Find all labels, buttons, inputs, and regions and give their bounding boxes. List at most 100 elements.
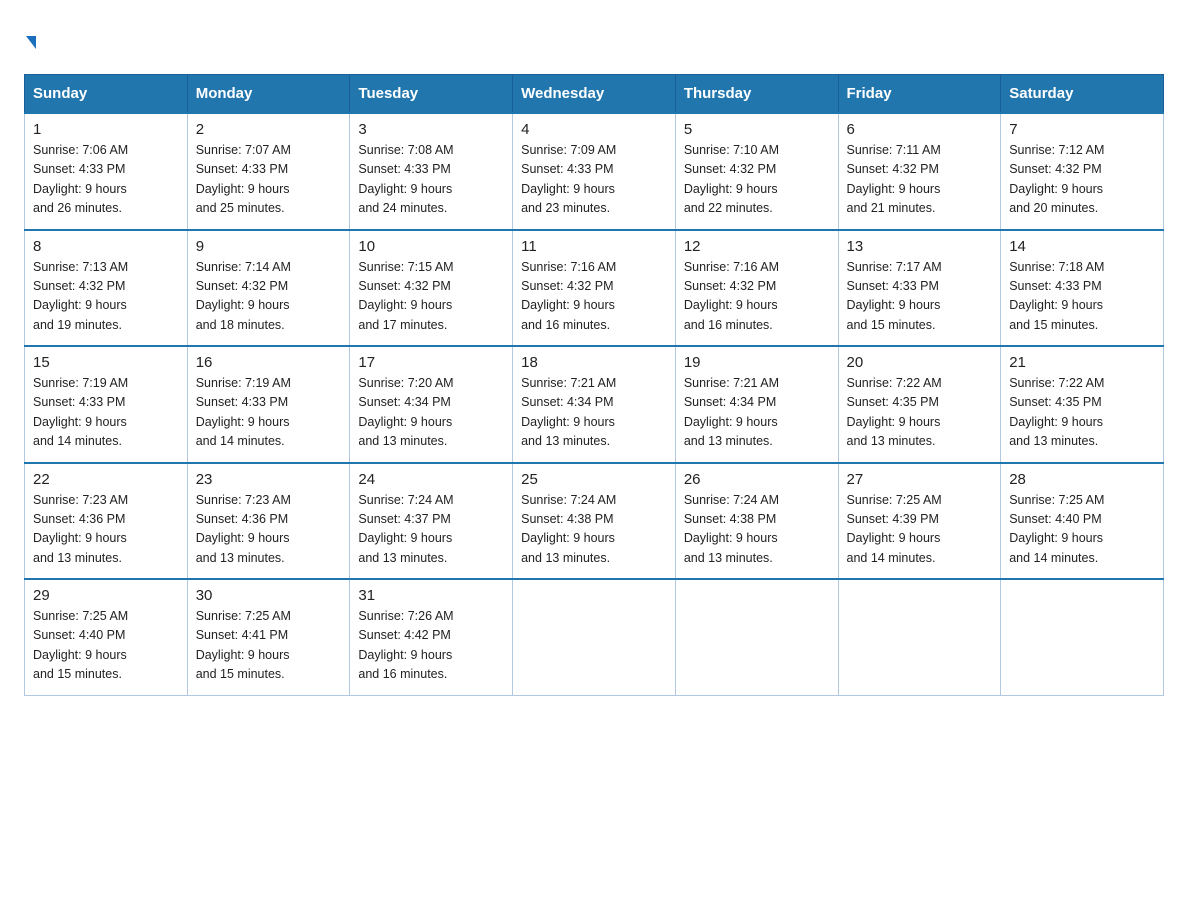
day-number: 13 [847, 238, 993, 255]
week-row-4: 22 Sunrise: 7:23 AMSunset: 4:36 PMDayligh… [25, 463, 1164, 580]
calendar-cell: 17 Sunrise: 7:20 AMSunset: 4:34 PMDayligh… [350, 346, 513, 463]
calendar-cell: 25Sunrise: 7:24 AMSunset: 4:38 PMDayligh… [513, 463, 676, 580]
day-info: Sunrise: 7:14 AMSunset: 4:32 PMDaylight:… [196, 258, 342, 336]
day-info: Sunrise: 7:18 AMSunset: 4:33 PMDaylight:… [1009, 258, 1155, 336]
col-header-sunday: Sunday [25, 75, 188, 114]
day-number: 17 [358, 354, 504, 371]
calendar-cell: 31 Sunrise: 7:26 AMSunset: 4:42 PMDayligh… [350, 579, 513, 695]
day-info: Sunrise: 7:25 AMSunset: 4:39 PMDaylight:… [847, 491, 993, 569]
calendar-cell: 1 Sunrise: 7:06 AMSunset: 4:33 PMDaylight… [25, 113, 188, 230]
day-number: 14 [1009, 238, 1155, 255]
day-info: Sunrise: 7:17 AMSunset: 4:33 PMDaylight:… [847, 258, 993, 336]
day-number: 31 [358, 587, 504, 604]
col-header-monday: Monday [187, 75, 350, 114]
calendar-cell: 14 Sunrise: 7:18 AMSunset: 4:33 PMDayligh… [1001, 230, 1164, 347]
day-info: Sunrise: 7:21 AMSunset: 4:34 PMDaylight:… [684, 374, 830, 452]
day-number: 26 [684, 471, 830, 488]
calendar-cell: 12 Sunrise: 7:16 AMSunset: 4:32 PMDayligh… [675, 230, 838, 347]
day-info: Sunrise: 7:08 AMSunset: 4:33 PMDaylight:… [358, 141, 504, 219]
day-number: 10 [358, 238, 504, 255]
day-info: Sunrise: 7:13 AMSunset: 4:32 PMDaylight:… [33, 258, 179, 336]
calendar-cell: 28 Sunrise: 7:25 AMSunset: 4:40 PMDayligh… [1001, 463, 1164, 580]
calendar-cell: 27Sunrise: 7:25 AMSunset: 4:39 PMDayligh… [838, 463, 1001, 580]
calendar-cell: 19Sunrise: 7:21 AMSunset: 4:34 PMDayligh… [675, 346, 838, 463]
day-info: Sunrise: 7:22 AMSunset: 4:35 PMDaylight:… [847, 374, 993, 452]
day-info: Sunrise: 7:11 AMSunset: 4:32 PMDaylight:… [847, 141, 993, 219]
week-row-5: 29 Sunrise: 7:25 AMSunset: 4:40 PMDayligh… [25, 579, 1164, 695]
day-number: 23 [196, 471, 342, 488]
day-number: 29 [33, 587, 179, 604]
day-info: Sunrise: 7:23 AMSunset: 4:36 PMDaylight:… [196, 491, 342, 569]
week-row-1: 1 Sunrise: 7:06 AMSunset: 4:33 PMDaylight… [25, 113, 1164, 230]
day-number: 2 [196, 121, 342, 138]
day-number: 5 [684, 121, 830, 138]
day-number: 9 [196, 238, 342, 255]
day-info: Sunrise: 7:12 AMSunset: 4:32 PMDaylight:… [1009, 141, 1155, 219]
day-number: 21 [1009, 354, 1155, 371]
day-number: 24 [358, 471, 504, 488]
logo [24, 24, 36, 56]
week-row-2: 8 Sunrise: 7:13 AMSunset: 4:32 PMDaylight… [25, 230, 1164, 347]
calendar-cell: 4 Sunrise: 7:09 AMSunset: 4:33 PMDaylight… [513, 113, 676, 230]
day-info: Sunrise: 7:25 AMSunset: 4:40 PMDaylight:… [1009, 491, 1155, 569]
day-info: Sunrise: 7:16 AMSunset: 4:32 PMDaylight:… [684, 258, 830, 336]
calendar-cell: 24 Sunrise: 7:24 AMSunset: 4:37 PMDayligh… [350, 463, 513, 580]
day-info: Sunrise: 7:20 AMSunset: 4:34 PMDaylight:… [358, 374, 504, 452]
calendar-cell: 2Sunrise: 7:07 AMSunset: 4:33 PMDaylight… [187, 113, 350, 230]
calendar-cell: 16Sunrise: 7:19 AMSunset: 4:33 PMDayligh… [187, 346, 350, 463]
day-number: 15 [33, 354, 179, 371]
calendar-cell [513, 579, 676, 695]
day-info: Sunrise: 7:25 AMSunset: 4:41 PMDaylight:… [196, 607, 342, 685]
day-number: 11 [521, 238, 667, 255]
day-number: 12 [684, 238, 830, 255]
day-number: 1 [33, 121, 179, 138]
calendar-cell: 15 Sunrise: 7:19 AMSunset: 4:33 PMDayligh… [25, 346, 188, 463]
page-header [24, 24, 1164, 56]
calendar-cell: 26Sunrise: 7:24 AMSunset: 4:38 PMDayligh… [675, 463, 838, 580]
calendar-cell: 7 Sunrise: 7:12 AMSunset: 4:32 PMDaylight… [1001, 113, 1164, 230]
col-header-wednesday: Wednesday [513, 75, 676, 114]
calendar-cell [675, 579, 838, 695]
day-info: Sunrise: 7:10 AMSunset: 4:32 PMDaylight:… [684, 141, 830, 219]
day-number: 4 [521, 121, 667, 138]
calendar-cell [838, 579, 1001, 695]
day-info: Sunrise: 7:19 AMSunset: 4:33 PMDaylight:… [196, 374, 342, 452]
calendar-cell: 21 Sunrise: 7:22 AMSunset: 4:35 PMDayligh… [1001, 346, 1164, 463]
day-info: Sunrise: 7:24 AMSunset: 4:38 PMDaylight:… [521, 491, 667, 569]
calendar-cell: 23 Sunrise: 7:23 AMSunset: 4:36 PMDayligh… [187, 463, 350, 580]
day-info: Sunrise: 7:25 AMSunset: 4:40 PMDaylight:… [33, 607, 179, 685]
day-number: 22 [33, 471, 179, 488]
calendar-cell: 20Sunrise: 7:22 AMSunset: 4:35 PMDayligh… [838, 346, 1001, 463]
calendar-cell: 10 Sunrise: 7:15 AMSunset: 4:32 PMDayligh… [350, 230, 513, 347]
day-number: 7 [1009, 121, 1155, 138]
day-number: 6 [847, 121, 993, 138]
calendar-cell: 6 Sunrise: 7:11 AMSunset: 4:32 PMDaylight… [838, 113, 1001, 230]
week-row-3: 15 Sunrise: 7:19 AMSunset: 4:33 PMDayligh… [25, 346, 1164, 463]
day-number: 3 [358, 121, 504, 138]
day-info: Sunrise: 7:15 AMSunset: 4:32 PMDaylight:… [358, 258, 504, 336]
day-info: Sunrise: 7:19 AMSunset: 4:33 PMDaylight:… [33, 374, 179, 452]
calendar-cell: 13 Sunrise: 7:17 AMSunset: 4:33 PMDayligh… [838, 230, 1001, 347]
calendar-cell: 18 Sunrise: 7:21 AMSunset: 4:34 PMDayligh… [513, 346, 676, 463]
day-number: 28 [1009, 471, 1155, 488]
calendar-cell: 11Sunrise: 7:16 AMSunset: 4:32 PMDayligh… [513, 230, 676, 347]
col-header-friday: Friday [838, 75, 1001, 114]
day-info: Sunrise: 7:26 AMSunset: 4:42 PMDaylight:… [358, 607, 504, 685]
logo-arrow-icon [26, 36, 36, 49]
day-info: Sunrise: 7:21 AMSunset: 4:34 PMDaylight:… [521, 374, 667, 452]
col-header-thursday: Thursday [675, 75, 838, 114]
day-info: Sunrise: 7:24 AMSunset: 4:37 PMDaylight:… [358, 491, 504, 569]
day-info: Sunrise: 7:22 AMSunset: 4:35 PMDaylight:… [1009, 374, 1155, 452]
day-info: Sunrise: 7:09 AMSunset: 4:33 PMDaylight:… [521, 141, 667, 219]
col-header-tuesday: Tuesday [350, 75, 513, 114]
calendar-cell [1001, 579, 1164, 695]
day-info: Sunrise: 7:23 AMSunset: 4:36 PMDaylight:… [33, 491, 179, 569]
calendar-table: SundayMondayTuesdayWednesdayThursdayFrid… [24, 74, 1164, 696]
day-number: 30 [196, 587, 342, 604]
calendar-cell: 9 Sunrise: 7:14 AMSunset: 4:32 PMDaylight… [187, 230, 350, 347]
day-info: Sunrise: 7:06 AMSunset: 4:33 PMDaylight:… [33, 141, 179, 219]
day-number: 8 [33, 238, 179, 255]
day-number: 18 [521, 354, 667, 371]
calendar-cell: 8 Sunrise: 7:13 AMSunset: 4:32 PMDaylight… [25, 230, 188, 347]
logo-general-line [24, 24, 36, 56]
